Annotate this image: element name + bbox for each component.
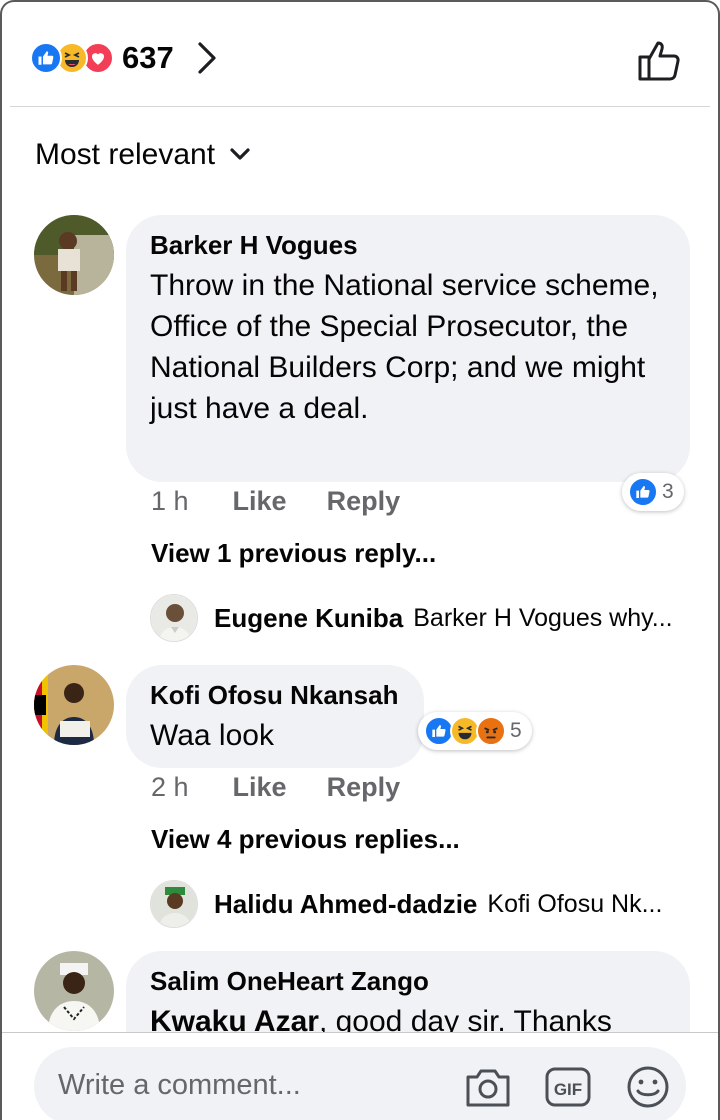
comment-composer-bar: GIF (2, 1032, 718, 1120)
comment-composer[interactable]: GIF (34, 1047, 686, 1120)
reply-text: Barker H Vogues why... (413, 604, 673, 632)
chevron-down-icon (230, 148, 250, 160)
reply-author[interactable]: Eugene Kuniba (214, 603, 403, 634)
comment-bubble[interactable]: Kofi Ofosu Nkansah Waa look (126, 665, 424, 768)
sort-dropdown[interactable]: Most relevant (35, 138, 251, 172)
avatar[interactable] (150, 594, 198, 642)
comment-time: 1 h (151, 486, 189, 516)
comment-text: Throw in the National service scheme, Of… (150, 269, 659, 425)
view-previous-replies[interactable]: View 4 previous replies... (151, 824, 460, 855)
camera-icon[interactable] (464, 1065, 512, 1109)
reaction-count: 637 (122, 40, 174, 75)
comments-sheet: 637 Most relevant Barker H Vogues Throw … (0, 0, 720, 1120)
reaction-count: 5 (510, 719, 522, 742)
avatar[interactable] (34, 665, 114, 745)
gif-icon[interactable]: GIF (544, 1065, 592, 1109)
view-previous-replies[interactable]: View 1 previous reply... (151, 538, 436, 569)
comment-author[interactable]: Kofi Ofosu Nkansah (150, 679, 400, 711)
comment-input[interactable] (58, 1065, 458, 1105)
avatar[interactable] (150, 880, 198, 928)
like-reaction-icon (30, 42, 62, 74)
reply-author[interactable]: Halidu Ahmed-dadzie (214, 889, 477, 920)
comment-author[interactable]: Barker H Vogues (150, 229, 666, 261)
latest-reply[interactable]: Eugene Kuniba Barker H Vogues why... (214, 603, 673, 634)
comment-text: Waa look (150, 719, 274, 752)
like-reaction-icon (628, 477, 658, 507)
reply-link[interactable]: Reply (327, 486, 401, 517)
like-button-icon[interactable] (636, 38, 682, 82)
latest-reply[interactable]: Halidu Ahmed-dadzie Kofi Ofosu Nk... (214, 889, 662, 920)
comment-author[interactable]: Salim OneHeart Zango (150, 965, 666, 997)
comment-actions: 2 h Like Reply (151, 772, 400, 803)
reactions-summary[interactable]: 637 (30, 36, 218, 80)
angry-reaction-icon (476, 716, 506, 746)
reply-link[interactable]: Reply (327, 772, 401, 803)
comment-actions: 1 h Like Reply (151, 486, 400, 517)
comment-reactions[interactable]: 3 (622, 473, 684, 511)
avatar[interactable] (34, 951, 114, 1031)
like-link[interactable]: Like (233, 772, 287, 803)
header-divider (10, 106, 710, 107)
reply-text: Kofi Ofosu Nk... (487, 890, 663, 918)
svg-text:GIF: GIF (554, 1080, 582, 1099)
sort-label: Most relevant (35, 138, 216, 171)
chevron-right-icon[interactable] (196, 41, 218, 75)
comment-reactions[interactable]: 5 (418, 712, 532, 750)
like-link[interactable]: Like (233, 486, 287, 517)
avatar[interactable] (34, 215, 114, 295)
comment-time: 2 h (151, 772, 189, 802)
emoji-icon[interactable] (624, 1065, 672, 1109)
reaction-count: 3 (662, 480, 674, 503)
comment-bubble[interactable]: Barker H Vogues Throw in the National se… (126, 215, 690, 482)
